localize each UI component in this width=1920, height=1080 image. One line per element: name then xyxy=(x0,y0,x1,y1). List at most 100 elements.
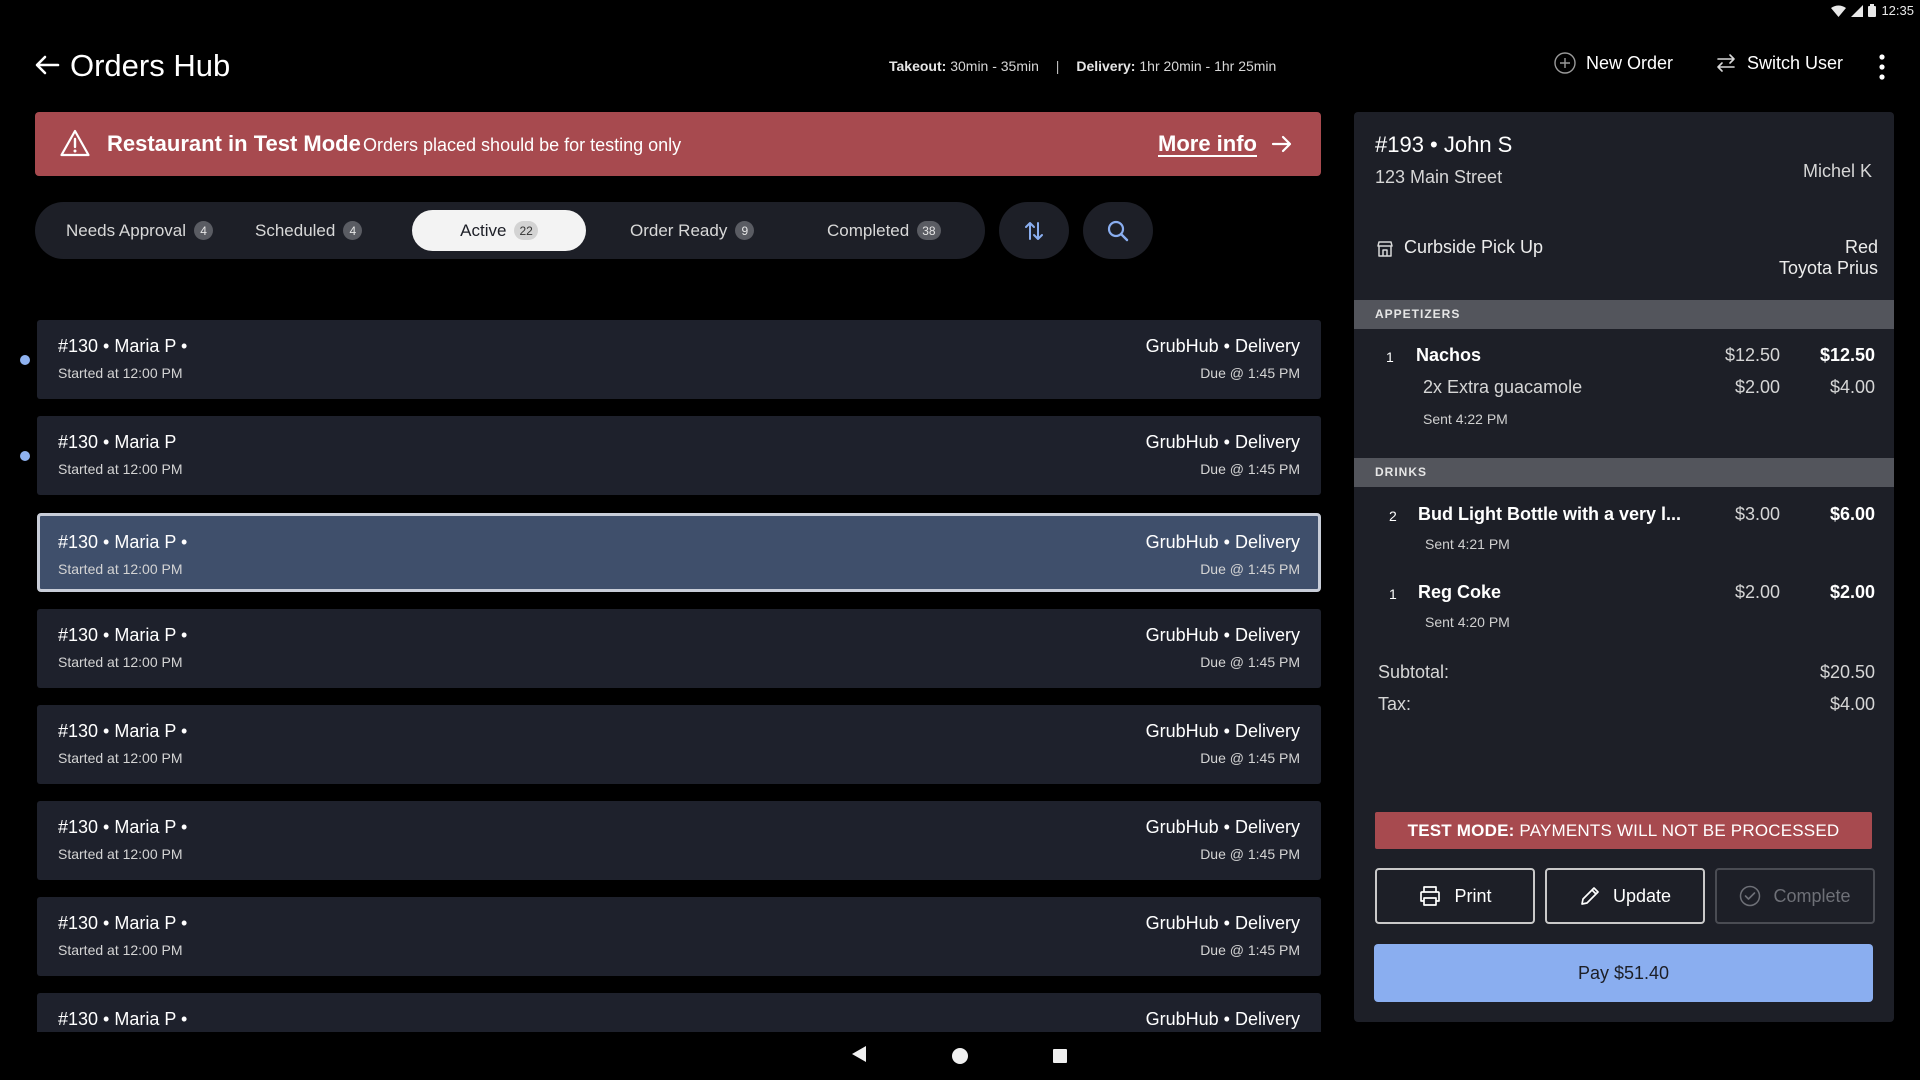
order-title: #130 • Maria P • xyxy=(58,532,188,552)
complete-button[interactable]: Complete xyxy=(1715,868,1875,924)
item-unit-price: $12.50 xyxy=(1724,345,1780,365)
tab-order-ready[interactable]: Order Ready 9 xyxy=(630,210,755,251)
sort-button[interactable] xyxy=(999,202,1069,259)
nav-home-icon[interactable] xyxy=(952,1048,968,1064)
order-due: Due @ 1:45 PM xyxy=(1200,561,1300,577)
tab-needs-approval[interactable]: Needs Approval 4 xyxy=(66,210,214,251)
order-title: #130 • Maria P • xyxy=(58,817,188,837)
signal-icon xyxy=(1851,4,1864,17)
item-total: $2.00 xyxy=(1829,582,1875,602)
car-color: Red xyxy=(1844,237,1878,257)
search-button[interactable] xyxy=(1083,202,1153,259)
car-model: Toyota Prius xyxy=(1778,258,1878,278)
order-due: Due @ 1:45 PM xyxy=(1200,365,1300,381)
printer-icon xyxy=(1420,886,1441,906)
test-mode-text: PAYMENTS WILL NOT BE PROCESSED xyxy=(1519,821,1840,840)
order-title: #130 • Maria P • xyxy=(58,1009,188,1029)
item-qty: 1 xyxy=(1389,586,1397,602)
test-mode-label: TEST MODE: xyxy=(1407,821,1515,840)
tab-completed[interactable]: Completed 38 xyxy=(827,210,941,251)
modifier-total: $4.00 xyxy=(1829,377,1875,397)
order-started: Started at 12:00 PM xyxy=(58,654,183,670)
item-name: Reg Coke xyxy=(1418,582,1502,602)
count-badge: 22 xyxy=(514,221,538,240)
scroll-fade xyxy=(1354,724,1894,768)
update-button[interactable]: Update xyxy=(1545,868,1705,924)
item-unit-price: $3.00 xyxy=(1734,504,1780,524)
new-order-button[interactable]: New Order xyxy=(1554,52,1673,74)
order-card[interactable]: #130 • Maria P • Started at 12:00 PM Gru… xyxy=(37,801,1321,880)
order-title: #130 • Maria P • xyxy=(58,913,188,933)
order-title: #130 • Maria P • xyxy=(58,625,188,645)
tab-label: Needs Approval xyxy=(66,220,187,240)
tab-label: Completed xyxy=(827,220,910,240)
page-title: Orders Hub xyxy=(70,48,231,83)
item-name: Bud Light Bottle with a very l... xyxy=(1418,504,1682,524)
unread-indicator xyxy=(20,355,30,365)
app-header: Orders Hub Takeout: 30min - 35min | Deli… xyxy=(32,46,1892,86)
warning-icon xyxy=(60,129,90,157)
tab-label: Scheduled xyxy=(255,220,336,240)
unread-indicator xyxy=(20,451,30,461)
order-card[interactable]: #130 • Maria P • Started at 12:00 PM Gru… xyxy=(37,705,1321,784)
test-mode-payment-alert: TEST MODE: PAYMENTS WILL NOT BE PROCESSE… xyxy=(1375,812,1872,849)
item-sent-time: Sent 4:21 PM xyxy=(1425,536,1510,552)
tab-label: Active xyxy=(460,220,507,240)
detail-server: Michel K xyxy=(1802,161,1872,181)
order-card[interactable]: #130 • Maria P • GrubHub • Delivery xyxy=(37,993,1321,1032)
order-card[interactable]: #130 • Maria P • Started at 12:00 PM Gru… xyxy=(37,320,1321,399)
more-info-link[interactable]: More info xyxy=(1158,131,1293,157)
order-source: GrubHub • Delivery xyxy=(1145,1009,1300,1029)
new-order-label: New Order xyxy=(1586,52,1674,73)
sort-arrows-icon xyxy=(1025,221,1043,240)
subtotal-value: $20.50 xyxy=(1819,662,1875,682)
wait-separator: | xyxy=(1055,58,1060,74)
order-card[interactable]: #130 • Maria P Started at 12:00 PM GrubH… xyxy=(37,416,1321,495)
pay-button[interactable]: Pay $51.40 xyxy=(1374,944,1873,1002)
nav-back-icon[interactable] xyxy=(852,1046,866,1062)
wait-times: Takeout: 30min - 35min | Delivery: 1hr 2… xyxy=(889,58,1276,74)
nav-recents-icon[interactable] xyxy=(1053,1049,1067,1063)
wifi-icon xyxy=(1831,5,1847,17)
pickup-label: Curbside Pick Up xyxy=(1404,237,1544,257)
subtotal-label: Subtotal: xyxy=(1378,662,1450,682)
order-due: Due @ 1:45 PM xyxy=(1200,750,1300,766)
more-options-icon[interactable] xyxy=(1872,54,1892,80)
order-source: GrubHub • Delivery xyxy=(1145,625,1300,645)
item-qty: 2 xyxy=(1389,508,1397,524)
battery-icon xyxy=(1868,4,1877,17)
order-card[interactable]: #130 • Maria P • Started at 12:00 PM Gru… xyxy=(37,609,1321,688)
tab-active[interactable]: Active 22 xyxy=(412,210,586,251)
more-info-label: More info xyxy=(1158,131,1257,156)
order-title: #130 • Maria P xyxy=(58,432,177,452)
status-time: 12:35 xyxy=(1881,3,1914,18)
pickup-type: Curbside Pick Up xyxy=(1376,237,1543,258)
count-badge: 38 xyxy=(917,221,941,240)
switch-user-button[interactable]: Switch User xyxy=(1715,52,1843,74)
order-card[interactable]: #130 • Maria P • Started at 12:00 PM Gru… xyxy=(37,897,1321,976)
tax-row: Tax: $4.00 xyxy=(1378,694,1875,715)
tab-scheduled[interactable]: Scheduled 4 xyxy=(255,210,363,251)
order-started: Started at 12:00 PM xyxy=(58,942,183,958)
count-badge: 4 xyxy=(343,221,363,240)
count-badge: 4 xyxy=(194,221,214,240)
delivery-value: 1hr 20min - 1hr 25min xyxy=(1139,58,1277,74)
item-unit-price: $2.00 xyxy=(1734,582,1780,602)
order-source: GrubHub • Delivery xyxy=(1145,913,1300,933)
item-total: $12.50 xyxy=(1819,345,1875,365)
back-arrow-icon[interactable] xyxy=(32,50,62,80)
pencil-icon xyxy=(1581,887,1599,905)
section-drinks: DRINKS xyxy=(1354,458,1894,487)
order-card-selected[interactable]: #130 • Maria P • Started at 12:00 PM Gru… xyxy=(37,513,1321,592)
search-icon xyxy=(1107,220,1129,241)
status-bar: 12:35 xyxy=(0,0,1920,24)
print-button[interactable]: Print xyxy=(1375,868,1535,924)
takeout-label: Takeout: xyxy=(889,58,947,74)
item-sent-time: Sent 4:20 PM xyxy=(1425,614,1510,630)
item-sent-time: Sent 4:22 PM xyxy=(1423,411,1508,427)
order-started: Started at 12:00 PM xyxy=(58,561,183,577)
detail-address: 123 Main Street xyxy=(1375,167,1503,187)
order-due: Due @ 1:45 PM xyxy=(1200,654,1300,670)
item-total: $6.00 xyxy=(1829,504,1875,524)
order-title: #130 • Maria P • xyxy=(58,336,188,356)
